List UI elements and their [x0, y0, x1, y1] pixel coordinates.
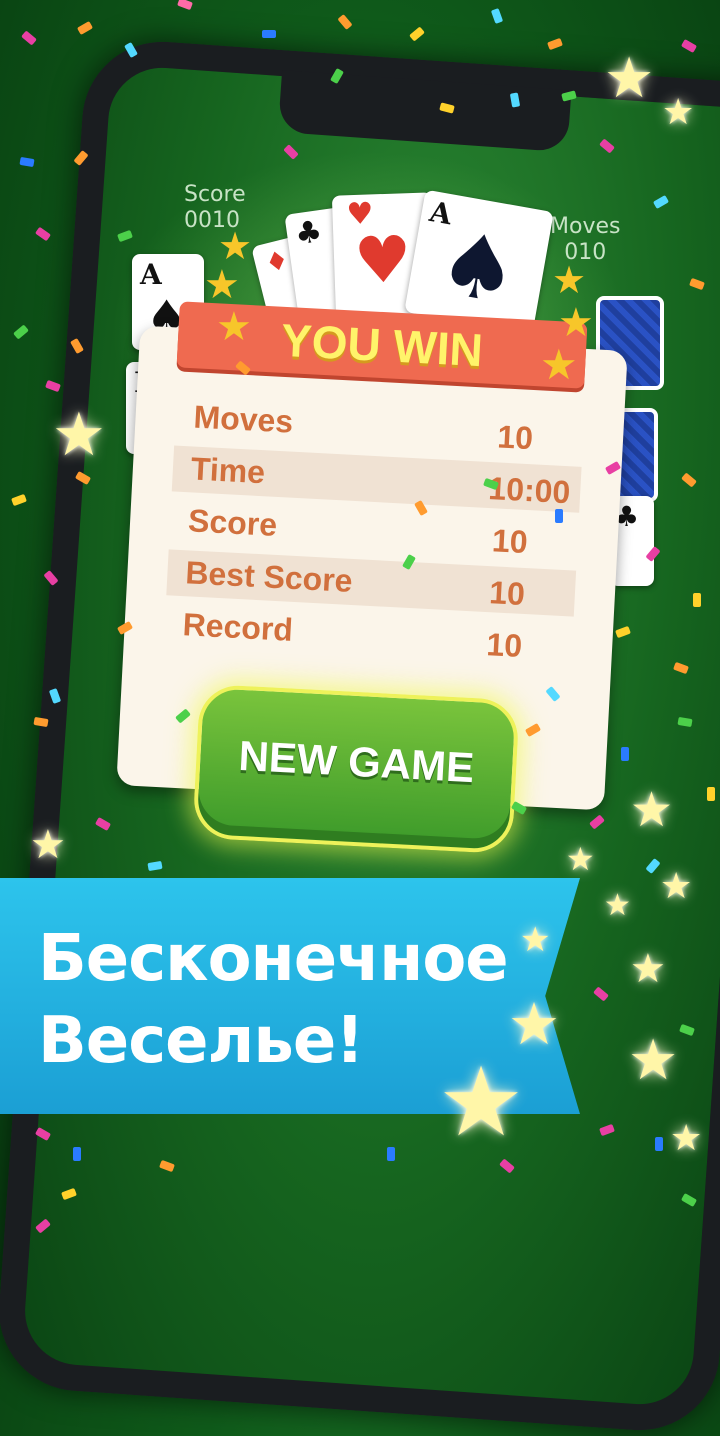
- star-icon: ★: [30, 822, 66, 868]
- score-label: Score: [184, 182, 246, 207]
- star-icon: ★: [630, 946, 666, 992]
- confetti-piece: [13, 324, 29, 340]
- result-value: 10: [488, 574, 526, 613]
- star-icon: ★: [552, 258, 587, 302]
- confetti-piece: [680, 39, 698, 53]
- confetti-piece: [76, 21, 94, 35]
- star-icon: ★: [438, 1046, 525, 1158]
- confetti-piece: [73, 1147, 81, 1161]
- card-rank: A: [140, 258, 162, 291]
- confetti-piece: [11, 493, 27, 507]
- star-icon: ★: [662, 92, 695, 133]
- confetti-piece: [387, 1147, 395, 1161]
- moves-label: Moves: [550, 214, 621, 239]
- fan-card-ace-spades: A ♠: [404, 189, 554, 335]
- confetti-piece: [547, 37, 563, 51]
- confetti-piece: [707, 787, 715, 801]
- star-icon: ★: [520, 920, 551, 960]
- result-value: 10: [485, 626, 524, 664]
- result-value: 10: [496, 418, 534, 457]
- star-icon: ★: [604, 888, 631, 923]
- result-label: Best Score: [184, 554, 354, 599]
- confetti-piece: [337, 14, 353, 30]
- star-icon: ★: [204, 262, 240, 308]
- confetti-piece: [33, 716, 49, 728]
- star-icon: ★: [630, 782, 674, 838]
- confetti-piece: [19, 156, 35, 168]
- star-icon: ★: [670, 1118, 703, 1159]
- result-label: Score: [187, 502, 279, 543]
- new-game-label: NEW GAME: [237, 731, 476, 792]
- result-label: Record: [181, 606, 294, 648]
- diamond-icon: ♦: [262, 244, 293, 280]
- result-label: Moves: [192, 398, 295, 440]
- result-value: 10:00: [487, 470, 572, 511]
- confetti-piece: [177, 0, 193, 11]
- star-icon: ★: [52, 400, 106, 470]
- club-icon: ♣: [292, 214, 325, 253]
- confetti-piece: [45, 379, 61, 393]
- result-label: Time: [190, 450, 266, 491]
- phone-notch: [277, 70, 572, 153]
- confetti-piece: [21, 30, 37, 46]
- star-icon: ★: [604, 46, 655, 111]
- heart-icon: ♥: [352, 223, 413, 300]
- confetti-piece: [655, 1137, 663, 1151]
- spade-icon: ♠: [430, 209, 527, 326]
- star-icon: ★: [660, 866, 693, 907]
- confetti-piece: [409, 26, 425, 42]
- star-icon: ★: [566, 840, 595, 878]
- confetti-piece: [490, 8, 504, 24]
- promo-line-1: Бесконечное: [38, 922, 509, 996]
- confetti-piece: [621, 747, 629, 761]
- new-game-button[interactable]: NEW GAME: [192, 683, 520, 855]
- confetti-piece: [693, 593, 701, 607]
- star-icon: ★: [540, 340, 578, 389]
- confetti-piece: [555, 509, 563, 523]
- star-icon: ★: [628, 1028, 679, 1093]
- confetti-piece: [262, 30, 276, 38]
- result-value: 10: [491, 522, 529, 561]
- confetti-piece: [34, 226, 52, 242]
- star-icon: ★: [216, 304, 252, 350]
